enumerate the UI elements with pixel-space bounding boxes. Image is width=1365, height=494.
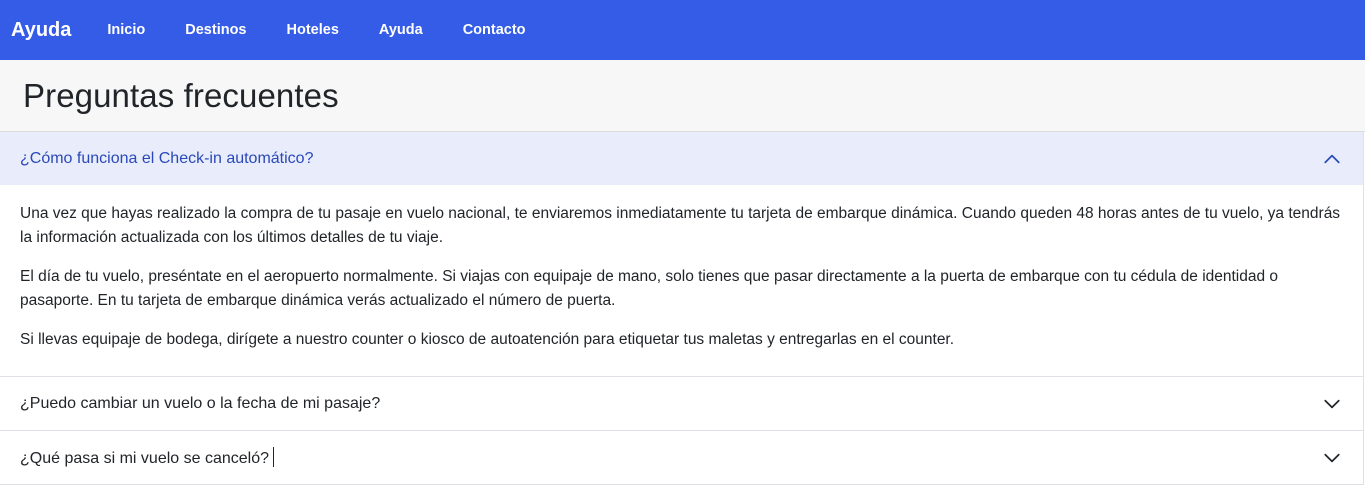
chevron-down-icon — [1324, 453, 1340, 462]
nav-link-ayuda[interactable]: Ayuda — [379, 22, 423, 38]
faq-item-checkin: ¿Cómo funciona el Check-in automático? U… — [0, 132, 1363, 377]
page-title: Preguntas frecuentes — [23, 76, 339, 114]
faq-answer-paragraph: Si llevas equipaje de bodega, dirígete a… — [20, 331, 955, 348]
faq-item-vuelo-cancelado: ¿Qué pasa si mi vuelo se canceló? — [0, 431, 1363, 485]
faq-question-label: ¿Cómo funciona el Check-in automático? — [20, 149, 314, 167]
faq-question-label-wrap: ¿Qué pasa si mi vuelo se canceló? — [20, 447, 275, 468]
faq-question-label: ¿Puedo cambiar un vuelo o la fecha de mi… — [20, 394, 381, 412]
faq-answer-paragraph: Una vez que hayas realizado la compra de… — [20, 205, 1341, 246]
faq-question-vuelo-cancelado-button[interactable]: ¿Qué pasa si mi vuelo se canceló? — [0, 431, 1363, 484]
faq-answer-checkin: Una vez que hayas realizado la compra de… — [0, 185, 1363, 376]
faq-question-label: ¿Qué pasa si mi vuelo se canceló? — [20, 450, 270, 467]
nav-link-hoteles[interactable]: Hoteles — [287, 22, 339, 38]
nav-link-inicio[interactable]: Inicio — [107, 22, 145, 38]
faq-answer-paragraph: El día de tu vuelo, preséntate en el aer… — [20, 268, 1279, 309]
faq-question-cambiar-vuelo-button[interactable]: ¿Puedo cambiar un vuelo o la fecha de mi… — [0, 377, 1363, 430]
nav-link-destinos[interactable]: Destinos — [185, 22, 246, 38]
text-cursor — [273, 447, 275, 467]
chevron-down-icon — [1324, 399, 1340, 408]
faq-item-cambiar-vuelo: ¿Puedo cambiar un vuelo o la fecha de mi… — [0, 377, 1363, 431]
page-header: Preguntas frecuentes — [0, 60, 1365, 132]
faq-question-checkin-button[interactable]: ¿Cómo funciona el Check-in automático? — [0, 132, 1363, 185]
brand-logo[interactable]: Ayuda — [11, 19, 71, 42]
nav-link-contacto[interactable]: Contacto — [463, 22, 526, 38]
faq-accordion: ¿Cómo funciona el Check-in automático? U… — [0, 132, 1364, 485]
chevron-up-icon — [1324, 154, 1340, 163]
top-navbar: Ayuda Inicio Destinos Hoteles Ayuda Cont… — [0, 0, 1365, 60]
